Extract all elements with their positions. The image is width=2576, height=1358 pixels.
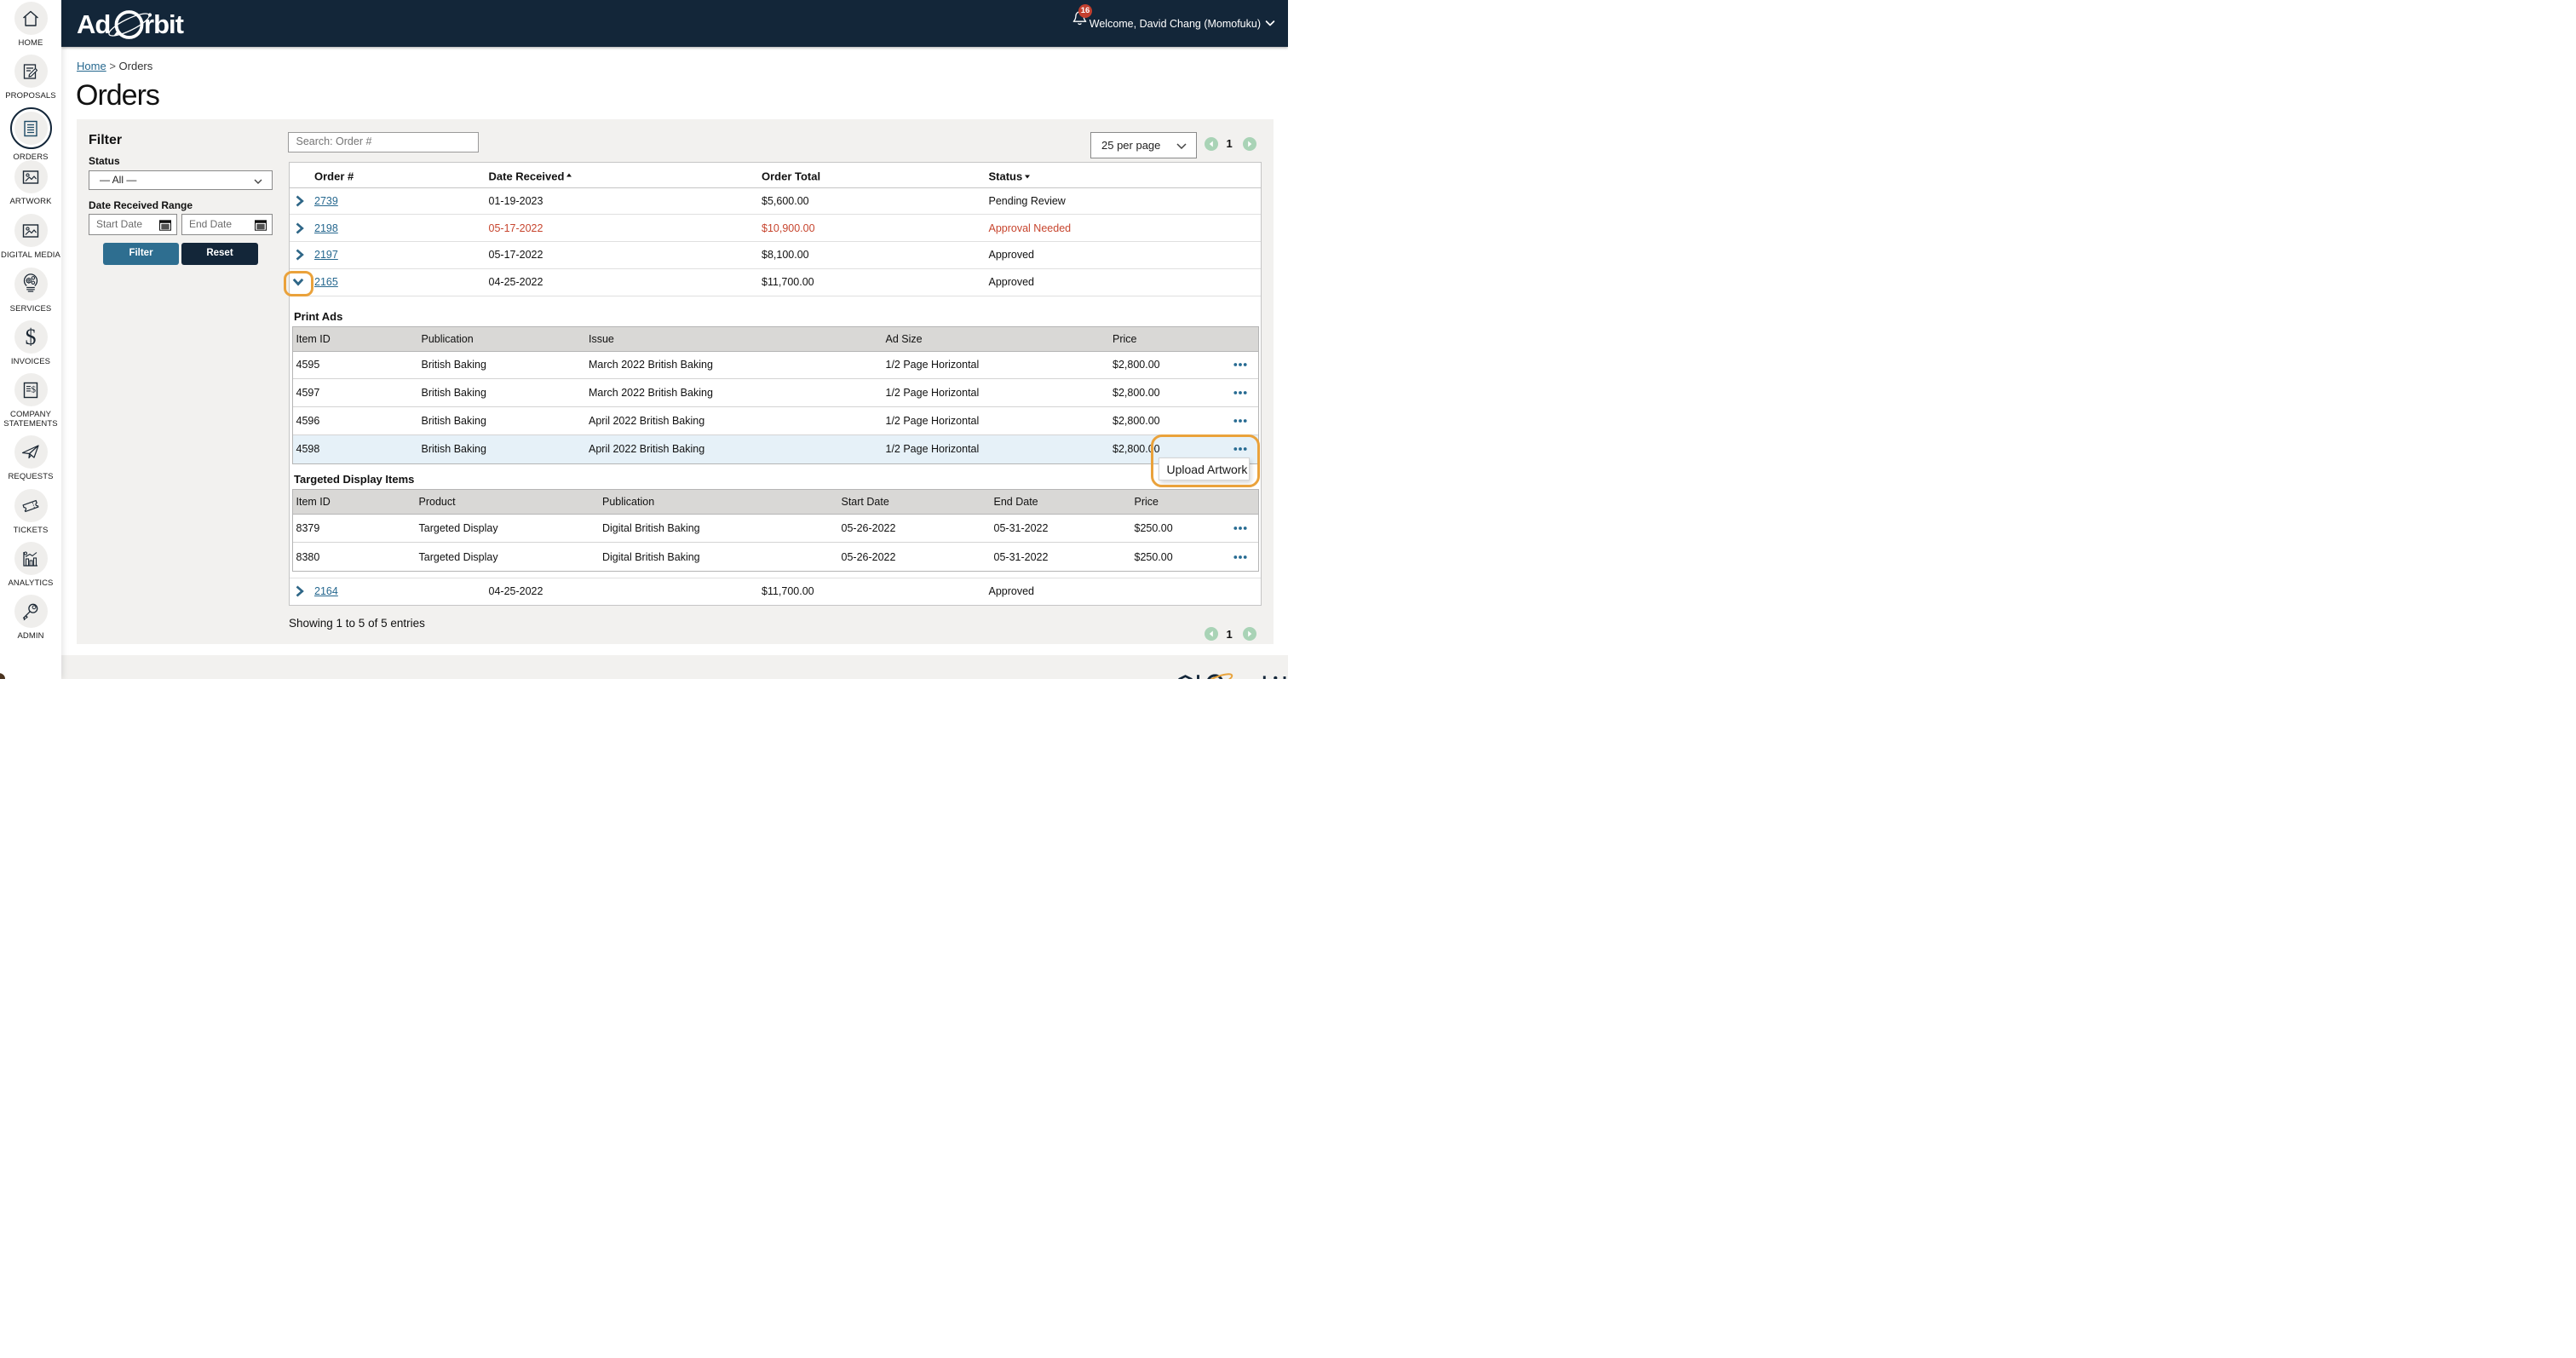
svg-text:$: $ [26, 325, 37, 349]
svg-text:Ad: Ad [77, 9, 110, 39]
svg-text:rbit: rbit [144, 9, 184, 39]
svg-text:$: $ [32, 384, 37, 394]
